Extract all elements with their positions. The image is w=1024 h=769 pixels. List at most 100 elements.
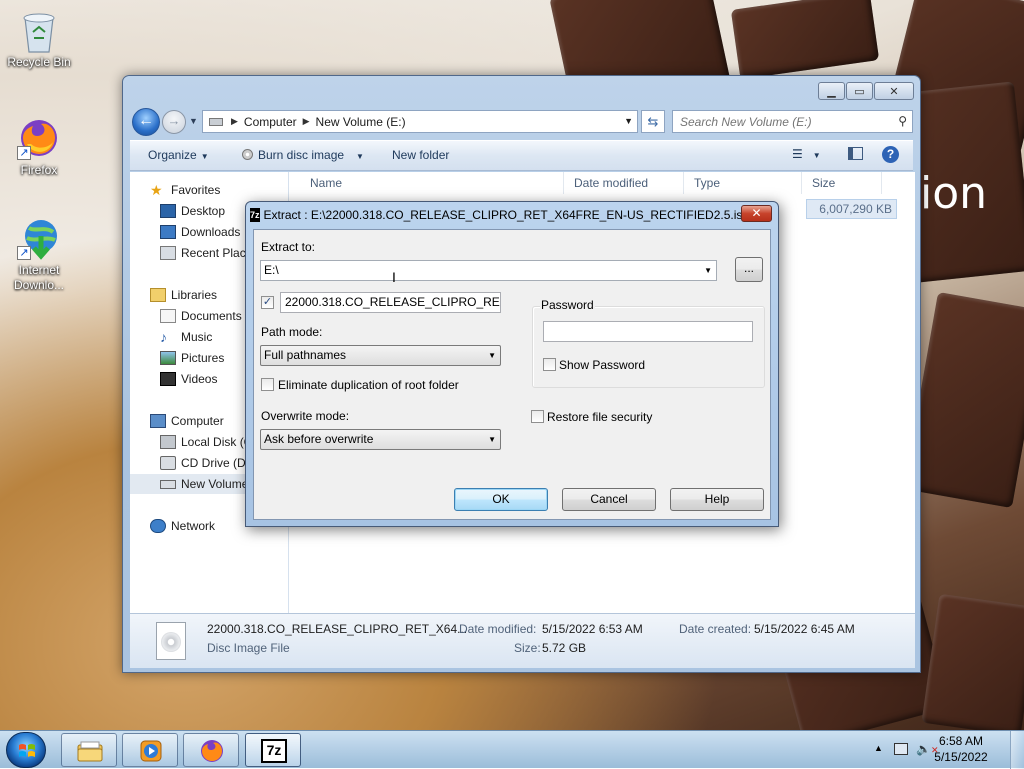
help-icon: ? — [882, 146, 899, 163]
dialog-title-bar: 7z Extract : E:\22000.318.CO_RELEASE_CLI… — [250, 205, 749, 225]
eliminate-duplication-label[interactable]: Eliminate duplication of root folder — [278, 378, 459, 392]
browse-button[interactable]: ... — [735, 257, 763, 282]
disc-icon — [242, 149, 253, 160]
show-password-checkbox[interactable] — [543, 358, 556, 371]
downloads-folder-icon — [160, 225, 176, 239]
desktop-icon-label: Firefox — [20, 163, 58, 177]
subfolder-input[interactable]: 22000.318.CO_RELEASE_CLIPRO_RET_X64 — [280, 292, 501, 313]
chevron-down-icon: ▼ — [812, 151, 821, 160]
breadcrumb-computer[interactable]: Computer — [244, 115, 297, 129]
chevron-down-icon: ▼ — [488, 351, 496, 360]
extract-to-combo[interactable]: E:\ ▼ — [260, 260, 717, 281]
password-input[interactable] — [543, 321, 753, 342]
chevron-down-icon: ▼ — [488, 435, 496, 444]
ok-button[interactable]: OK — [454, 488, 548, 511]
desktop-icon-firefox[interactable]: ↗ Firefox — [0, 116, 78, 178]
dialog-close-button[interactable]: ✕ — [741, 205, 772, 222]
7zip-icon-label: 7z — [266, 742, 282, 758]
refresh-button[interactable]: ⇆ — [641, 110, 665, 133]
details-pane: 22000.318.CO_RELEASE_CLIPRO_RET_X64... D… — [130, 613, 915, 668]
column-name[interactable]: Name — [290, 172, 564, 194]
pictures-icon — [160, 351, 176, 365]
eliminate-duplication-checkbox[interactable] — [261, 378, 274, 391]
search-box[interactable]: ⚲ — [672, 110, 913, 133]
internet-download-manager-icon: ↗ — [17, 216, 61, 260]
media-player-icon — [140, 740, 162, 762]
details-created-value: 5/15/2022 6:45 AM — [754, 622, 855, 636]
minimize-button[interactable]: ▁ — [818, 82, 845, 100]
column-date-modified[interactable]: Date modified — [564, 172, 684, 194]
clock-time[interactable]: 6:58 AM — [926, 734, 996, 748]
help-button[interactable]: ? — [882, 146, 899, 163]
text-cursor-icon: I — [392, 269, 396, 285]
shortcut-arrow-icon: ↗ — [17, 146, 31, 160]
show-hidden-icons-button[interactable]: ▲ — [874, 743, 883, 753]
nav-label: Favorites — [171, 183, 221, 197]
extract-to-value: E:\ — [264, 263, 279, 277]
new-folder-button[interactable]: New folder — [392, 148, 449, 162]
shortcut-arrow-icon: ↗ — [17, 246, 31, 260]
desktop-icon-recycle-bin[interactable]: Recycle Bin — [0, 8, 78, 70]
wallpaper-text: ion — [920, 168, 988, 219]
search-input[interactable] — [673, 111, 883, 132]
details-modified-label: Date modified: — [459, 622, 537, 636]
window-caption-buttons: ▁ ▭ ✕ — [817, 82, 914, 100]
music-icon: ♪ — [160, 329, 167, 345]
dialog-title: Extract : E:\22000.318.CO_RELEASE_CLIPRO… — [263, 208, 750, 222]
change-view-button[interactable]: ☰ ▼ — [792, 147, 821, 161]
preview-pane-button[interactable] — [848, 147, 863, 163]
command-bar: Organize ▼ Burn disc image ▼ New folder ☰ ▼… — [130, 140, 913, 171]
address-dropdown-icon[interactable]: ▼ — [624, 116, 633, 126]
file-row-size[interactable]: 6,007,290 KB — [806, 199, 897, 219]
extract-to-label: Extract to: — [261, 240, 316, 254]
preview-pane-icon — [848, 147, 863, 160]
overwrite-mode-select[interactable]: Ask before overwrite ▼ — [260, 429, 501, 450]
cancel-button[interactable]: Cancel — [562, 488, 656, 511]
drive-icon — [209, 117, 223, 126]
address-bar[interactable]: ▶ Computer ▶ New Volume (E:) ▼ — [202, 110, 638, 133]
path-mode-select[interactable]: Full pathnames ▼ — [260, 345, 501, 366]
forward-button[interactable]: → — [162, 110, 186, 134]
star-icon: ★ — [150, 182, 163, 198]
details-modified-value: 5/15/2022 6:53 AM — [542, 622, 643, 636]
desktop-icon-internet-download-manager[interactable]: ↗ Internet Downlo... — [0, 216, 78, 293]
help-button[interactable]: Help — [670, 488, 764, 511]
password-label: Password — [540, 298, 595, 312]
nav-favorites[interactable]: ★ Favorites — [130, 180, 288, 200]
start-button[interactable] — [6, 732, 46, 768]
network-status-icon[interactable] — [894, 743, 908, 755]
breadcrumb-new-volume[interactable]: New Volume (E:) — [316, 115, 406, 129]
firefox-icon — [201, 740, 223, 762]
desktop-icon-label: Recycle Bin — [7, 55, 71, 69]
chevron-down-icon[interactable]: ▼ — [704, 261, 712, 280]
restore-security-checkbox[interactable] — [531, 410, 544, 423]
burn-label: Burn disc image — [258, 148, 345, 162]
firefox-icon: ↗ — [17, 116, 61, 160]
overwrite-mode-label: Overwrite mode: — [261, 409, 350, 423]
close-button[interactable]: ✕ — [874, 82, 914, 100]
taskbar-windows-explorer[interactable] — [61, 733, 117, 767]
details-filetype: Disc Image File — [207, 641, 290, 655]
documents-icon — [160, 309, 176, 323]
taskbar-media-player[interactable] — [122, 733, 178, 767]
nav-label: CD Drive (D:) — [181, 456, 253, 470]
view-list-icon: ☰ — [792, 147, 803, 161]
details-size-value: 5.72 GB — [542, 641, 587, 655]
organize-button[interactable]: Organize ▼ — [148, 148, 209, 162]
column-type[interactable]: Type — [684, 172, 802, 194]
maximize-button[interactable]: ▭ — [846, 82, 873, 100]
burn-disc-image-button[interactable]: Burn disc image ▼ — [242, 148, 364, 162]
recent-pages-dropdown[interactable]: ▼ — [189, 116, 198, 126]
subfolder-checkbox[interactable]: ✓ — [261, 296, 274, 309]
clock-date[interactable]: 5/15/2022 — [926, 750, 996, 764]
column-size[interactable]: Size — [802, 172, 882, 194]
nav-label: Music — [181, 330, 213, 344]
show-password-label[interactable]: Show Password — [559, 358, 645, 372]
taskbar-7zip[interactable]: 7z — [245, 733, 301, 767]
recent-places-icon — [160, 246, 176, 260]
extract-dialog[interactable]: 7z Extract : E:\22000.318.CO_RELEASE_CLI… — [245, 201, 779, 527]
show-desktop-button[interactable] — [1010, 731, 1024, 769]
back-button[interactable]: ← — [132, 108, 160, 136]
restore-security-label[interactable]: Restore file security — [547, 410, 652, 424]
taskbar-firefox[interactable] — [183, 733, 239, 767]
